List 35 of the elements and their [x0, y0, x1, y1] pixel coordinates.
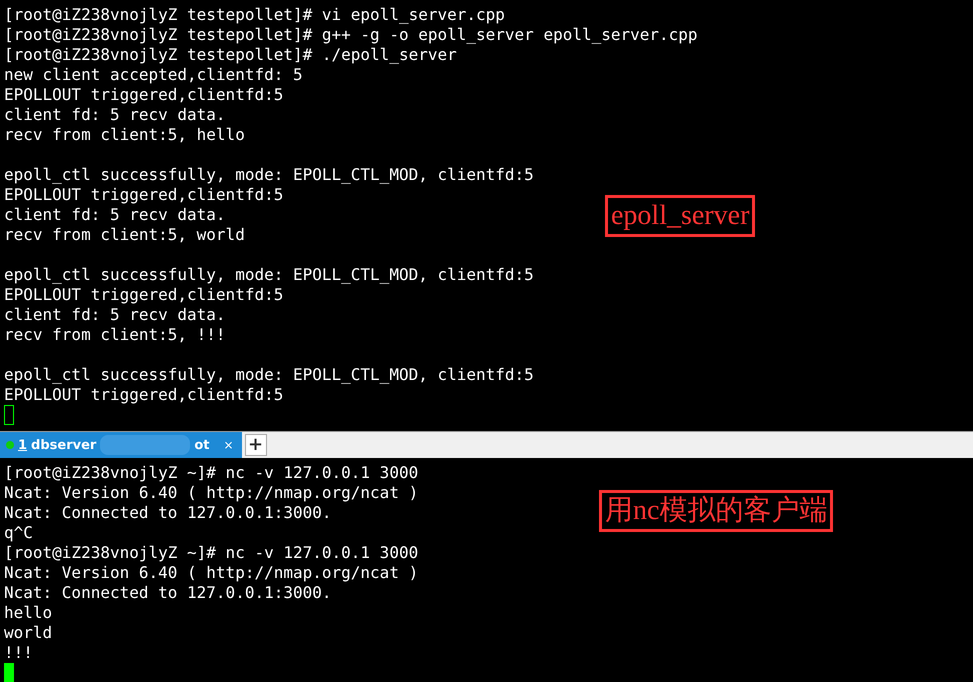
- close-tab-button[interactable]: ×: [223, 438, 234, 452]
- terminal-line: epoll_ctl successfully, mode: EPOLL_CTL_MOD, clientfd:5: [4, 165, 534, 185]
- terminal-line: epoll_ctl successfully, mode: EPOLL_CTL_MOD, clientfd:5: [4, 265, 534, 285]
- terminal-line: epoll_ctl successfully, mode: EPOLL_CTL_MOD, clientfd:5: [4, 365, 534, 385]
- terminal-line: [root@iZ238vnojlyZ testepollet]# g++ -g -o epoll_server epoll_server.cpp: [4, 25, 698, 45]
- terminal-line: [root@iZ238vnojlyZ ~]# nc -v 127.0.0.1 3000: [4, 463, 418, 483]
- terminal-line: EPOLLOUT triggered,clientfd:5: [4, 385, 284, 405]
- terminal-line: recv from client:5, hello: [4, 125, 245, 145]
- tab-label: dbserver: [31, 438, 96, 452]
- terminal-line: world: [4, 623, 52, 643]
- new-tab-button[interactable]: +: [244, 434, 267, 456]
- terminal-line: Ncat: Version 6.40 ( http://nmap.org/ncat ): [4, 563, 418, 583]
- terminal-line: EPOLLOUT triggered,clientfd:5: [4, 85, 284, 105]
- tab-label: ot: [194, 438, 210, 452]
- terminal-line: [root@iZ238vnojlyZ ~]# nc -v 127.0.0.1 3000: [4, 543, 418, 563]
- annotation-label: epoll_server: [605, 195, 756, 237]
- terminal-line: hello: [4, 603, 52, 623]
- terminal-line: client fd: 5 recv data.: [4, 305, 226, 325]
- session-tab[interactable]: 1 dbserver ot ×: [0, 432, 242, 458]
- terminal-line: Ncat: Connected to 127.0.0.1:3000.: [4, 503, 332, 523]
- terminal-line: [root@iZ238vnojlyZ testepollet]# ./epoll_server: [4, 45, 457, 65]
- terminal-line: [root@iZ238vnojlyZ testepollet]# vi epoll_server.cpp: [4, 5, 505, 25]
- terminal-line: Ncat: Connected to 127.0.0.1:3000.: [4, 583, 332, 603]
- terminal-line: EPOLLOUT triggered,clientfd:5: [4, 285, 284, 305]
- terminal-line: recv from client:5, !!!: [4, 325, 226, 345]
- terminal-line: client fd: 5 recv data.: [4, 105, 226, 125]
- terminal-line: new client accepted,clientfd: 5: [4, 65, 303, 85]
- terminal-line: !!!: [4, 643, 33, 663]
- terminal-line: client fd: 5 recv data.: [4, 205, 226, 225]
- terminal-line: q^C: [4, 523, 33, 543]
- terminal-line: recv from client:5, world: [4, 225, 245, 245]
- tab-number: 1: [18, 438, 28, 452]
- annotation-label: 用nc模拟的客户端: [599, 490, 834, 532]
- terminal-line: Ncat: Version 6.40 ( http://nmap.org/ncat ): [4, 483, 418, 503]
- terminal-line: EPOLLOUT triggered,clientfd:5: [4, 185, 284, 205]
